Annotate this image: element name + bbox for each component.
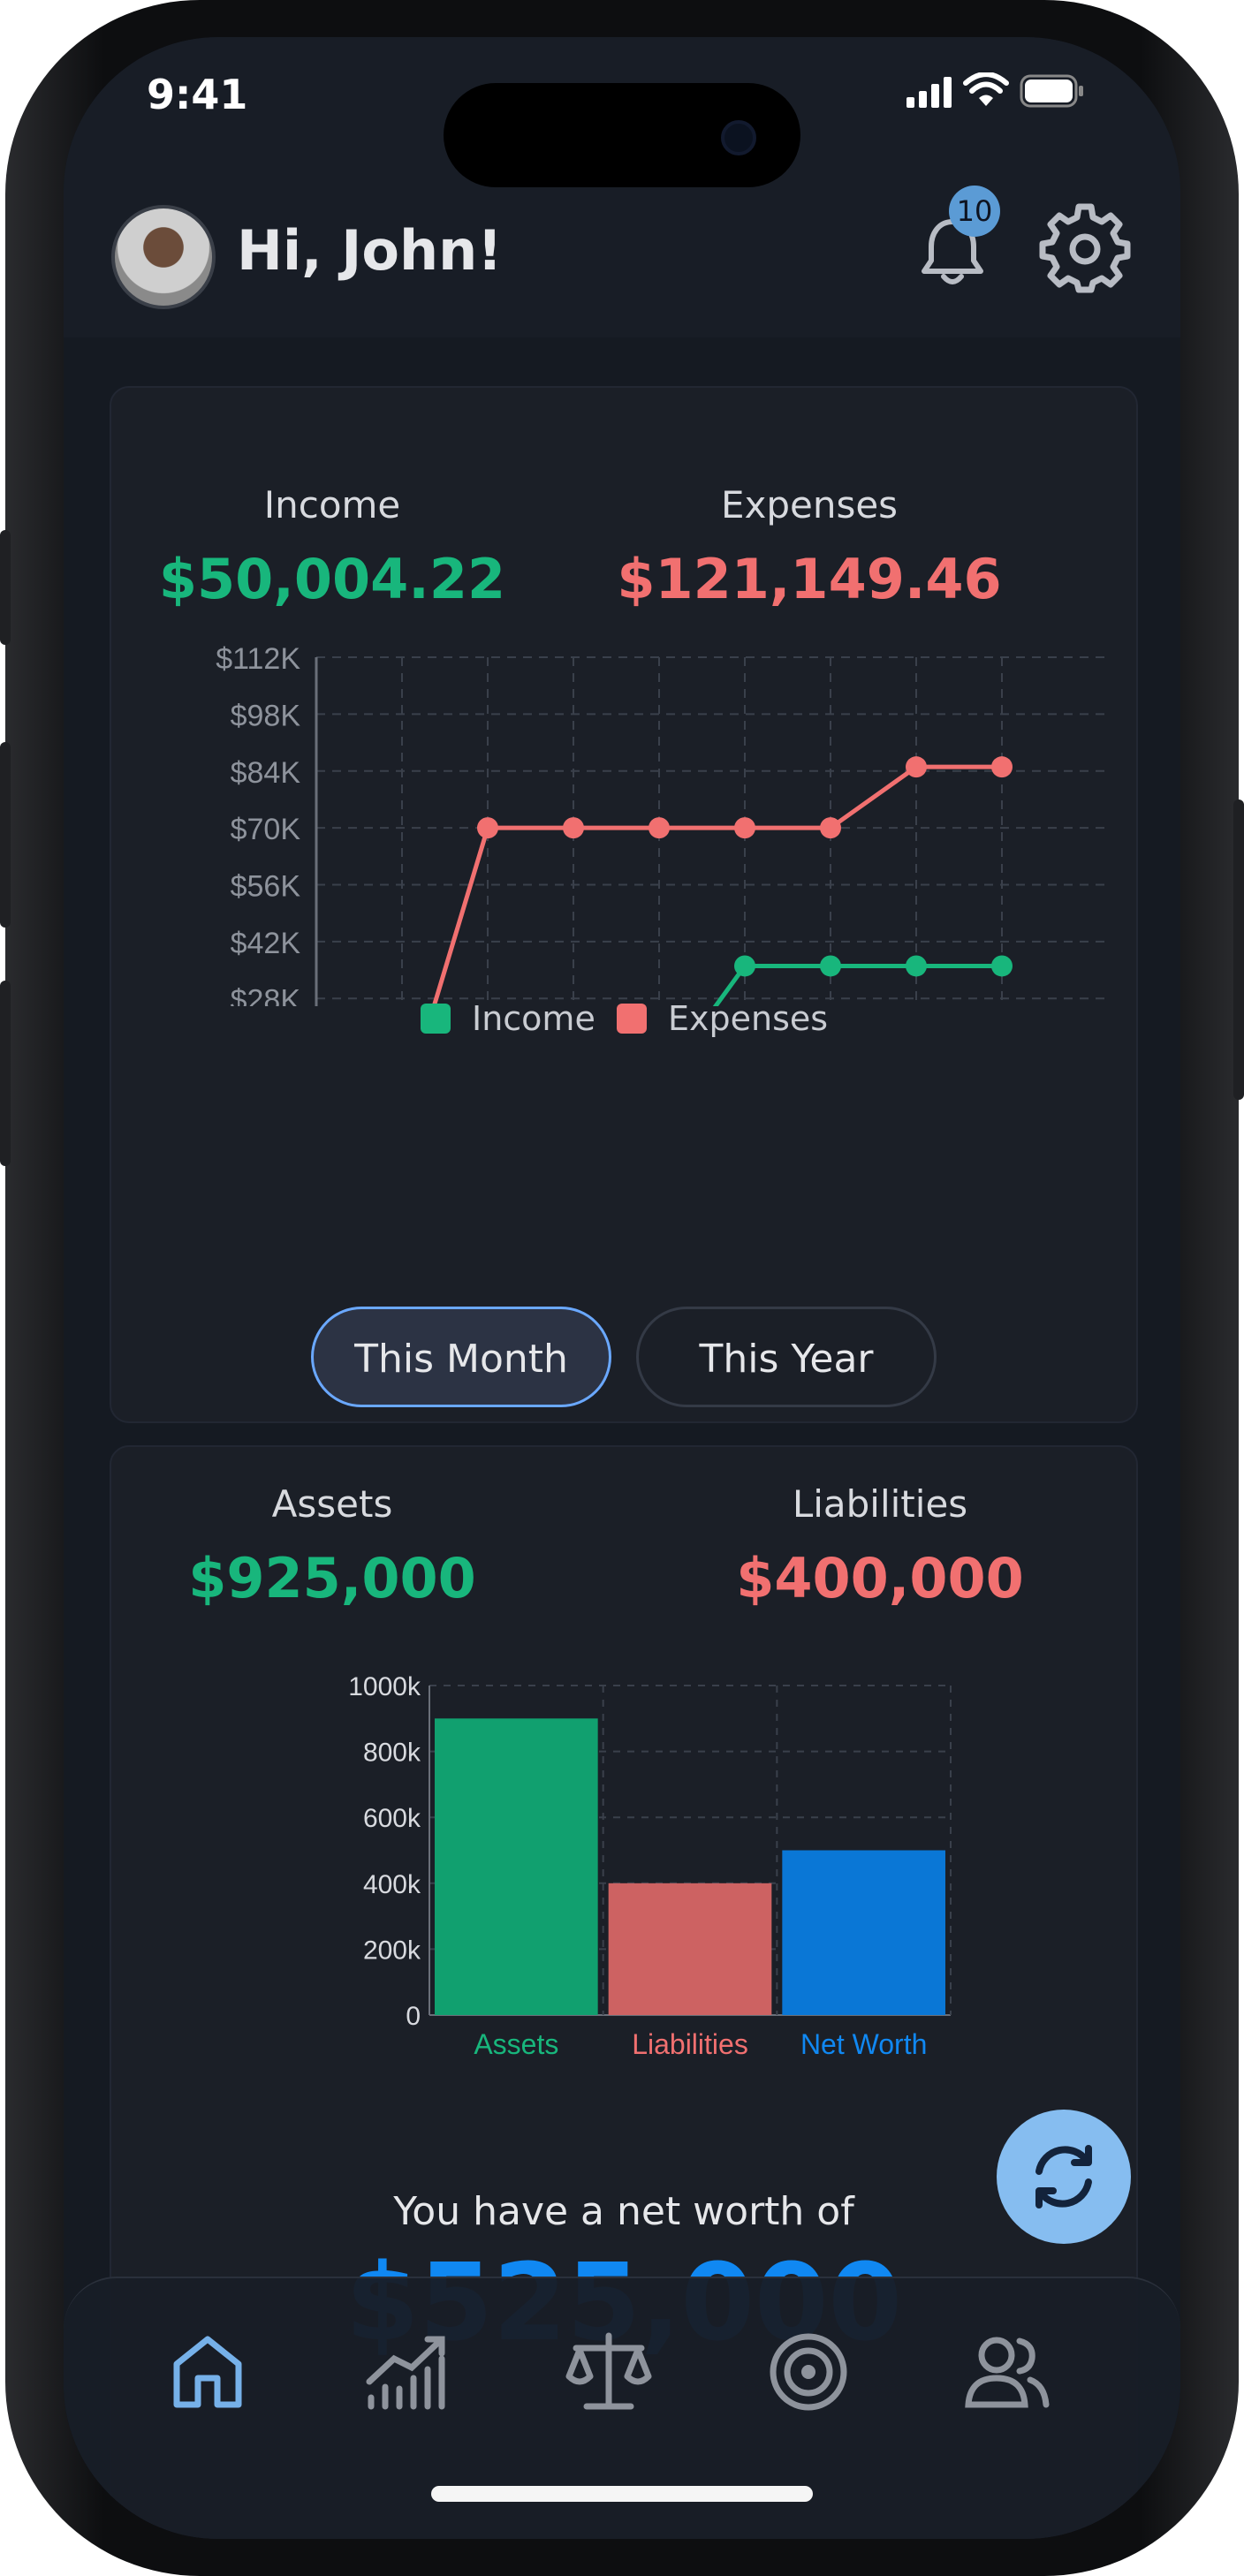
cellular-signal-icon [906, 77, 952, 108]
power-button [1233, 799, 1244, 1100]
bar-chart-y-tick: 800k [363, 1739, 421, 1768]
volume-up-button [0, 742, 11, 928]
battery-icon [1020, 74, 1083, 108]
bar-net-worth [782, 1850, 945, 2015]
analytics-icon[interactable] [357, 2323, 454, 2421]
bar-assets [435, 1718, 598, 2015]
action-button [0, 530, 11, 645]
line-chart-y-tick: $42K [231, 927, 301, 960]
legend-income-swatch [421, 1004, 451, 1034]
target-icon[interactable] [760, 2323, 857, 2421]
this-month-button[interactable]: This Month [311, 1307, 611, 1407]
bar-chart-y-tick: 200k [363, 1936, 421, 1965]
line-chart-y-tick: $28K [231, 983, 301, 1006]
wifi-icon [963, 72, 1009, 106]
greeting-text: Hi, John! [237, 218, 503, 283]
bar-chart-y-tick: 600k [363, 1804, 421, 1833]
this-year-button[interactable]: This Year [636, 1307, 937, 1407]
bar-chart-y-tick: 400k [363, 1870, 421, 1899]
assets-liabilities-bar-chart: 0 200k 400k 600k 800k 1000k Assets Liabilities N… [348, 1672, 952, 2060]
bar-chart-x-label: Assets [474, 2028, 558, 2060]
line-chart-point-expenses [734, 817, 755, 839]
line-chart-y-tick: $56K [231, 870, 301, 904]
refresh-button[interactable] [997, 2110, 1131, 2244]
legend-expenses: Expenses [617, 999, 828, 1038]
refresh-icon [1035, 2145, 1092, 2209]
users-icon[interactable] [958, 2323, 1055, 2421]
legend-expenses-label: Expenses [668, 999, 829, 1038]
income-expenses-line-chart: $0$14k$28K$42K$56K$70K$84K$98K$112K7th8t… [216, 642, 1108, 1006]
home-indicator [431, 2486, 813, 2502]
bar-chart-x-label: Liabilities [632, 2028, 748, 2060]
app-screen: Hi, John! 10 9:41 Income $50,004.22 Expe… [64, 37, 1180, 2539]
income-expenses-card: Income $50,004.22 Expenses $121,149.46 $… [110, 386, 1138, 1423]
line-chart-point-expenses [477, 817, 498, 839]
bar-chart-y-tick: 1000k [348, 1672, 421, 1701]
line-chart-y-tick: $84K [231, 756, 301, 790]
bar-liabilities [608, 1883, 772, 2015]
avatar[interactable] [111, 205, 216, 309]
front-camera [721, 120, 756, 155]
legend-income-label: Income [472, 999, 595, 1038]
balance-scale-icon[interactable] [560, 2323, 657, 2421]
legend-income: Income [421, 999, 595, 1038]
bar-chart-x-label: Net Worth [800, 2028, 927, 2060]
status-time: 9:41 [147, 71, 248, 118]
line-chart-point-expenses [906, 756, 927, 778]
home-icon[interactable] [159, 2323, 256, 2421]
notification-badge: 10 [949, 186, 1000, 237]
line-chart-point-expenses [991, 756, 1013, 778]
gear-icon[interactable] [1039, 203, 1131, 295]
line-chart-point-income [991, 955, 1013, 977]
line-chart-y-tick: $70K [231, 813, 301, 846]
dynamic-island [444, 83, 800, 187]
line-chart-y-tick: $98K [231, 699, 301, 732]
line-chart-point-income [906, 955, 927, 977]
line-chart-point-income [734, 955, 755, 977]
line-chart-y-tick: $112K [216, 642, 300, 676]
net-worth-text: You have a net worth of [393, 2189, 854, 2234]
line-chart-point-income [820, 955, 841, 977]
volume-down-button [0, 981, 11, 1166]
line-chart-point-expenses [649, 817, 670, 839]
legend-expenses-swatch [617, 1004, 647, 1034]
bar-chart-y-tick: 0 [406, 2002, 421, 2031]
line-chart-point-expenses [563, 817, 584, 839]
line-chart-point-expenses [820, 817, 841, 839]
